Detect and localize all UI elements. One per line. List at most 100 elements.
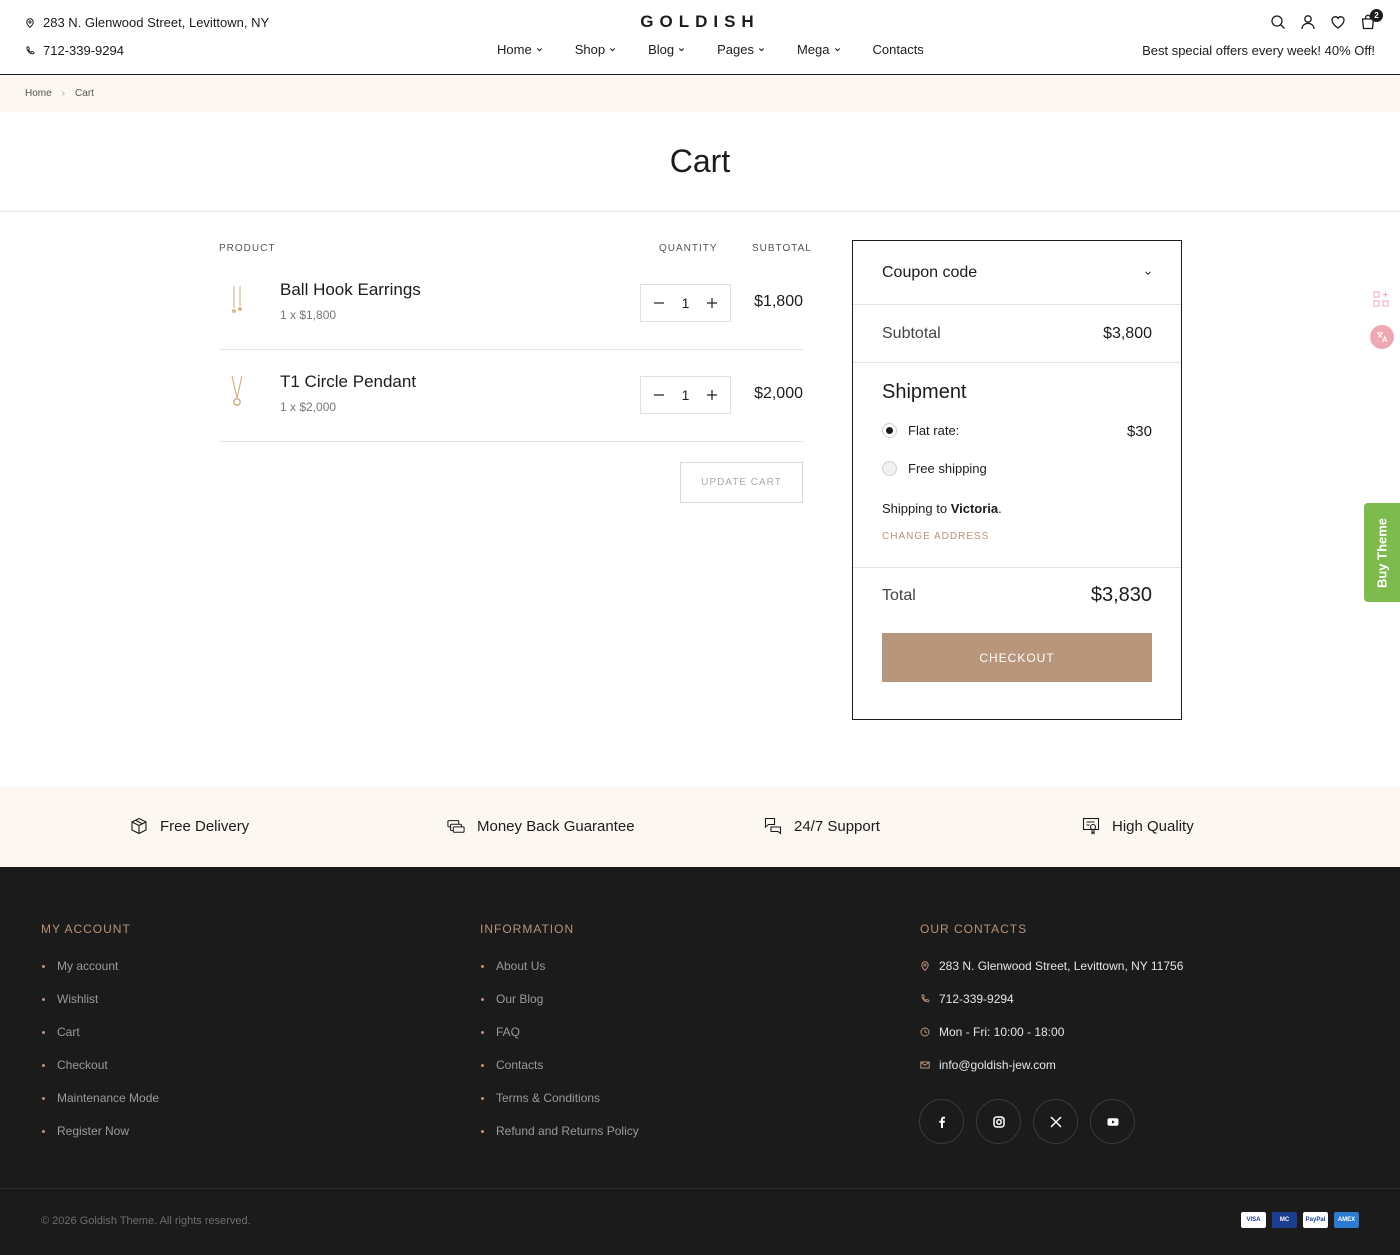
x-icon — [1049, 1115, 1062, 1128]
total-value: $3,830 — [1090, 584, 1152, 606]
coupon-code-toggle[interactable]: Coupon code — [853, 241, 1181, 305]
shipping-option-flat-rate[interactable]: Flat rate: — [882, 423, 959, 438]
logo-text[interactable]: GOLDISH — [640, 12, 759, 31]
subtotal-label: Subtotal — [882, 325, 941, 342]
footer-account-link[interactable]: Maintenance Mode — [41, 1091, 159, 1124]
site-footer: MY ACCOUNT My account Wishlist Cart Checkou… — [0, 867, 1400, 1255]
box-icon — [131, 817, 147, 835]
earrings-thumbnail[interactable] — [219, 280, 255, 328]
feature-support: 24/7 Support — [764, 817, 880, 835]
site-header: 283 N. Glenwood Street, Levittown, NY 71… — [0, 0, 1400, 75]
nav-item-pages[interactable]: Pages — [717, 42, 765, 57]
youtube-icon — [1107, 1117, 1118, 1126]
chat-icon — [764, 817, 782, 835]
header-phone[interactable]: 712-339-9294 — [25, 43, 124, 58]
user-icon[interactable] — [1300, 14, 1316, 30]
footer-hours: Mon - Fri: 10:00 - 18:00 — [920, 1025, 1183, 1058]
checkout-button[interactable]: CHECKOUT — [882, 633, 1152, 682]
row-subtotal: $2,000 — [754, 385, 803, 402]
divider — [0, 211, 1400, 212]
footer-account-link[interactable]: Checkout — [41, 1058, 159, 1091]
row-subtotal: $1,800 — [754, 293, 803, 310]
footer-contacts: 283 N. Glenwood Street, Levittown, NY 11… — [920, 959, 1183, 1091]
cart-row: Ball Hook Earrings 1 x $1,800 1 $1,800 — [219, 258, 803, 350]
nav-item-contacts[interactable]: Contacts — [873, 42, 924, 57]
phone-icon — [921, 994, 930, 1003]
translate-icon[interactable] — [1370, 325, 1394, 349]
breadcrumb-current: Cart — [75, 88, 94, 99]
footer-account-link[interactable]: My account — [41, 959, 159, 992]
cart-summary: Coupon code Subtotal $3,800 Shipment Fla… — [852, 240, 1182, 720]
facebook-icon — [938, 1116, 945, 1128]
footer-info-link[interactable]: Contacts — [480, 1058, 639, 1091]
footer-account-link[interactable]: Cart — [41, 1025, 159, 1058]
minus-icon[interactable] — [653, 297, 665, 309]
breadcrumb-home[interactable]: Home — [25, 88, 52, 99]
pendant-thumbnail[interactable] — [219, 372, 255, 420]
x-button[interactable] — [1033, 1099, 1078, 1144]
product-name[interactable]: Ball Hook Earrings — [280, 280, 421, 300]
change-address-link[interactable]: CHANGE ADDRESS — [882, 531, 989, 542]
nav-item-mega[interactable]: Mega — [797, 42, 841, 57]
subtotal-value: $3,800 — [1103, 325, 1152, 342]
phone-icon — [26, 46, 35, 54]
footer-info-links: About Us Our Blog FAQ Contacts Terms & Condi… — [480, 959, 639, 1157]
footer-info-link[interactable]: Refund and Returns Policy — [480, 1124, 639, 1157]
footer-phone[interactable]: 712-339-9294 — [920, 992, 1183, 1025]
footer-address: 283 N. Glenwood Street, Levittown, NY 11… — [920, 959, 1183, 992]
plus-icon[interactable] — [706, 389, 718, 401]
payment-card-icon: MC — [1272, 1212, 1297, 1228]
demo-grid-icon[interactable] — [1373, 291, 1389, 307]
payment-card-icon: VISA — [1241, 1212, 1266, 1228]
feature-free-delivery: Free Delivery — [130, 817, 249, 835]
quantity-stepper: 1 — [640, 376, 731, 414]
product-name[interactable]: T1 Circle Pendant — [280, 372, 416, 392]
payment-card-icon: PayPal — [1303, 1212, 1328, 1228]
radio-selected[interactable] — [882, 423, 897, 438]
main-nav: Home Shop Blog Pages Mega Contacts — [497, 42, 956, 57]
header-address: 283 N. Glenwood Street, Levittown, NY — [25, 15, 269, 30]
quantity-value[interactable]: 1 — [682, 387, 690, 403]
plus-icon[interactable] — [706, 297, 718, 309]
coupon-label: Coupon code — [882, 264, 978, 281]
minus-icon[interactable] — [653, 389, 665, 401]
quantity-value[interactable]: 1 — [682, 295, 690, 311]
nav-item-shop[interactable]: Shop — [575, 42, 616, 57]
social-links — [919, 1099, 1135, 1144]
footer-info-link[interactable]: FAQ — [480, 1025, 639, 1058]
instagram-button[interactable] — [976, 1099, 1021, 1144]
nav-item-home[interactable]: Home — [497, 42, 543, 57]
heart-icon[interactable] — [1330, 14, 1346, 30]
cart-icon[interactable]: 2 — [1360, 9, 1383, 30]
page-title: Cart — [669, 143, 731, 179]
youtube-button[interactable] — [1090, 1099, 1135, 1144]
footer-heading-contacts: OUR CONTACTS — [920, 922, 1028, 936]
breadcrumb-separator-icon: › — [61, 88, 66, 99]
column-header-subtotal: SUBTOTAL — [752, 243, 812, 254]
shipping-option-free[interactable]: Free shipping — [882, 461, 987, 476]
facebook-button[interactable] — [919, 1099, 964, 1144]
radio-unselected[interactable] — [882, 461, 897, 476]
footer-info-link[interactable]: About Us — [480, 959, 639, 992]
footer-account-link[interactable]: Register Now — [41, 1124, 159, 1157]
product-price-meta: 1 x $2,000 — [280, 400, 337, 414]
buy-theme-tab[interactable]: Buy Theme — [1364, 503, 1400, 602]
update-cart-button[interactable]: UPDATE CART — [680, 462, 803, 503]
location-pin-icon — [921, 961, 929, 971]
chevron-down-icon — [536, 48, 542, 52]
footer-info-link[interactable]: Our Blog — [480, 992, 639, 1025]
footer-email[interactable]: info@goldish-jew.com — [920, 1058, 1183, 1091]
feature-high-quality: High Quality — [1082, 817, 1194, 835]
shipment-title: Shipment — [882, 381, 967, 403]
copyright: © 2026 Goldish Theme. All rights reserve… — [41, 1215, 251, 1227]
search-icon[interactable] — [1270, 14, 1286, 30]
nav-item-blog[interactable]: Blog — [648, 42, 685, 57]
cart-row: T1 Circle Pendant 1 x $2,000 1 $2,000 — [219, 350, 803, 442]
chevron-down-icon — [610, 48, 616, 52]
feature-money-back: Money Back Guarantee — [447, 817, 635, 835]
header-icons: 2 — [1270, 9, 1383, 30]
footer-account-link[interactable]: Wishlist — [41, 992, 159, 1025]
summary-total: Total $3,830 — [882, 584, 1152, 606]
flat-rate-value: $30 — [1126, 423, 1152, 440]
footer-info-link[interactable]: Terms & Conditions — [480, 1091, 639, 1124]
